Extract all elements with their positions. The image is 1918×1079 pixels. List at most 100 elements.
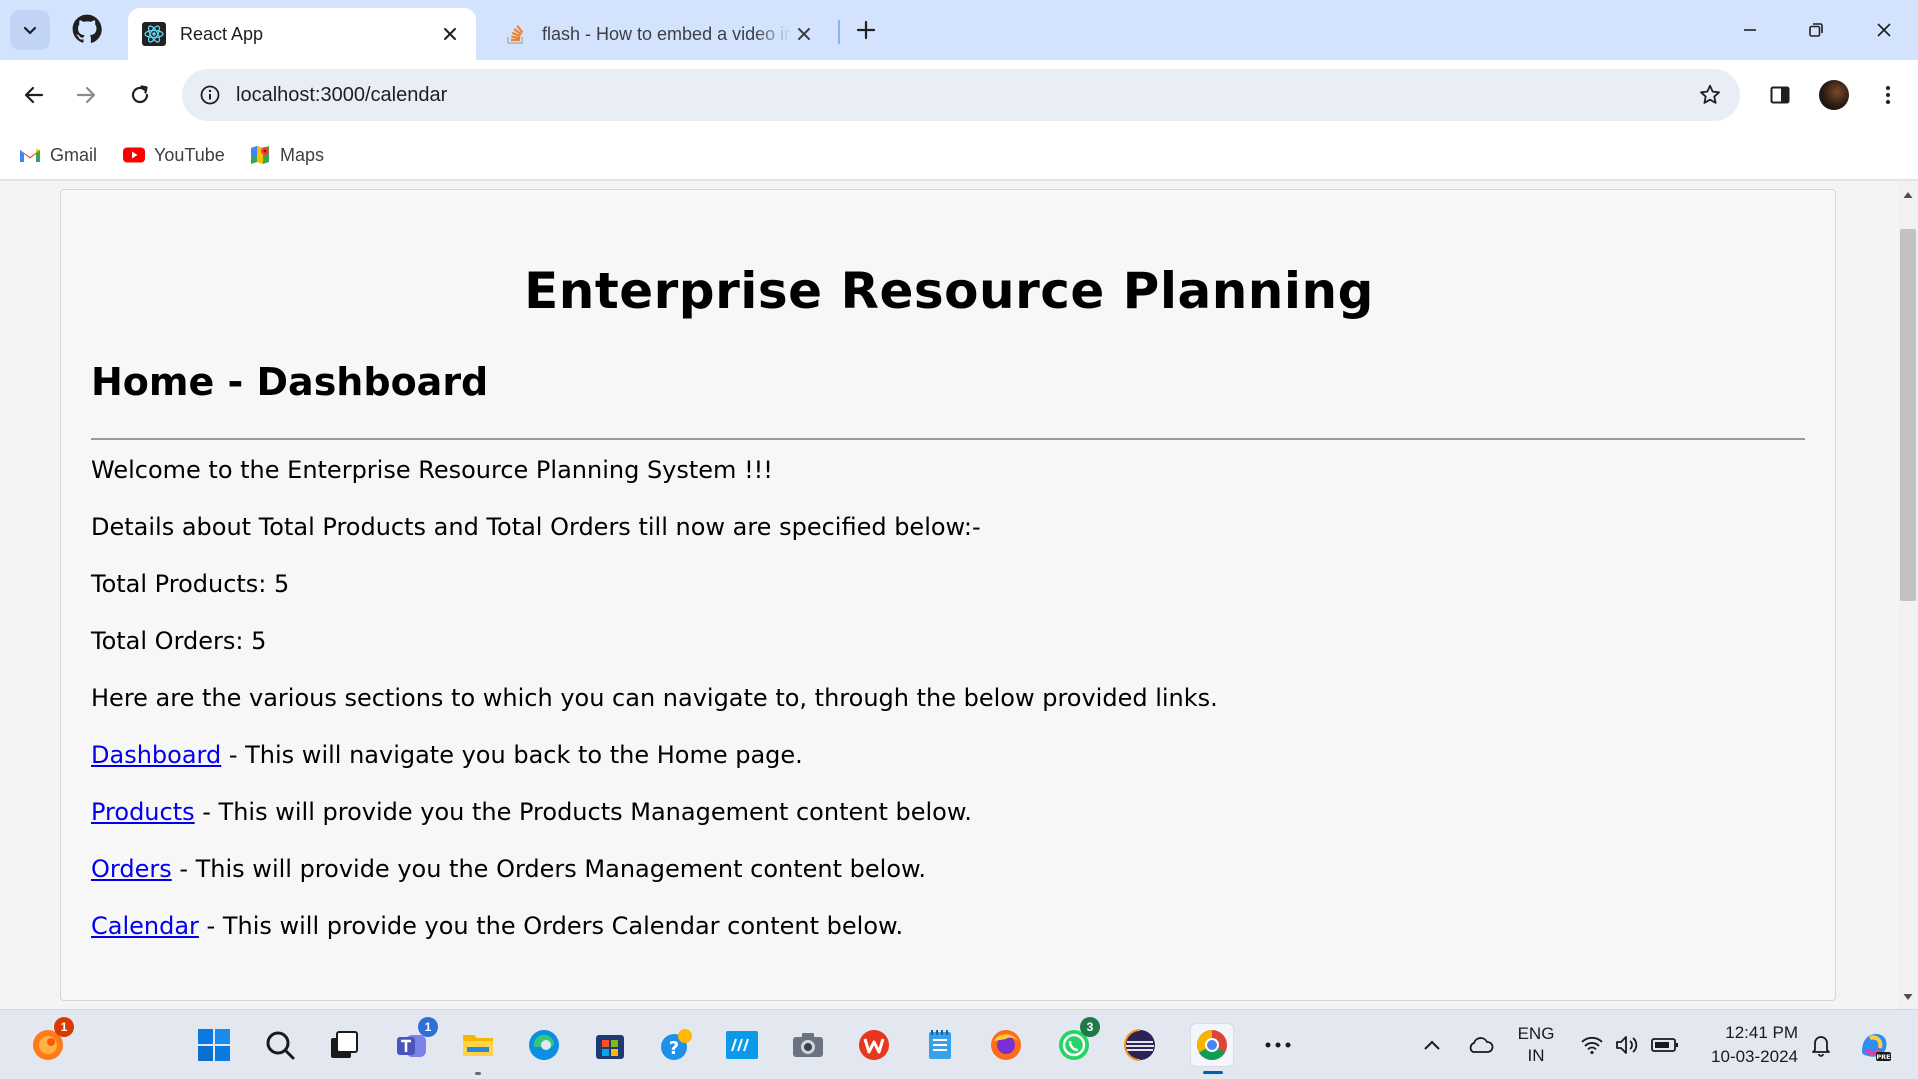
- taskbar-app-notifications[interactable]: 1: [26, 1017, 74, 1067]
- show-hidden-icons-button[interactable]: [1414, 1010, 1450, 1079]
- scroll-up-button[interactable]: [1902, 189, 1914, 201]
- chrome-icon: [1196, 1030, 1227, 1061]
- taskbar-camera[interactable]: [786, 1023, 830, 1067]
- chevron-down-icon: [23, 26, 37, 35]
- products-link[interactable]: Products: [91, 798, 195, 826]
- volume-button[interactable]: [1612, 1010, 1642, 1079]
- gmail-icon: [18, 143, 42, 167]
- tab-title: flash - How to embed a video in: [542, 23, 792, 44]
- page-scrollbar[interactable]: [1898, 181, 1918, 1009]
- svg-text:?: ?: [669, 1038, 679, 1059]
- task-view-button[interactable]: [322, 1023, 366, 1067]
- triangle-down-icon: [1903, 994, 1913, 1000]
- taskbar-edge[interactable]: [522, 1023, 566, 1067]
- triangle-up-icon: [1903, 192, 1913, 198]
- divider: [91, 438, 1805, 440]
- clock[interactable]: 12:41 PM 10-03-2024: [1688, 1010, 1798, 1079]
- github-pinned-tab[interactable]: [72, 14, 102, 44]
- url-text[interactable]: localhost:3000/calendar: [236, 69, 447, 121]
- wifi-button[interactable]: [1578, 1010, 1606, 1079]
- close-icon: [1877, 23, 1891, 37]
- onedrive-tray-button[interactable]: [1460, 1010, 1500, 1079]
- new-tab-button[interactable]: [850, 14, 882, 46]
- edge-icon: [529, 1030, 559, 1060]
- tab-close-button[interactable]: [792, 22, 816, 46]
- search-button[interactable]: [258, 1023, 302, 1067]
- browser-menu-button[interactable]: [1866, 73, 1910, 117]
- taskbar-overflow-button[interactable]: [1256, 1023, 1300, 1067]
- battery-button[interactable]: [1648, 1010, 1682, 1079]
- plus-icon: [856, 20, 876, 40]
- eclipse-icon: [1124, 1029, 1155, 1061]
- windows-start-icon: [198, 1029, 230, 1061]
- taskbar-wps-office[interactable]: [852, 1023, 896, 1067]
- chevron-up-icon: [1424, 1040, 1440, 1050]
- notification-center-button[interactable]: [1806, 1010, 1836, 1079]
- link-description: - This will provide you the Orders Manag…: [171, 855, 927, 883]
- back-button[interactable]: [12, 73, 56, 117]
- myhp-icon: [726, 1031, 758, 1059]
- orders-link[interactable]: Orders: [91, 855, 172, 883]
- notification-badge: 1: [418, 1017, 438, 1037]
- nav-item-calendar: Calendar - This will provide you the Ord…: [91, 912, 903, 940]
- taskbar-chrome[interactable]: [1190, 1023, 1234, 1074]
- bookmark-maps[interactable]: Maps: [248, 140, 324, 170]
- page-title: Enterprise Resource Planning: [524, 262, 1374, 320]
- search-icon: [266, 1031, 295, 1060]
- section-heading: Home - Dashboard: [91, 360, 489, 404]
- tab-close-button[interactable]: [438, 22, 462, 46]
- close-icon: [444, 28, 456, 40]
- site-info-button[interactable]: [194, 79, 226, 111]
- copilot-icon: PRE: [1862, 1034, 1891, 1061]
- scroll-down-button[interactable]: [1902, 991, 1914, 1003]
- window-close-button[interactable]: [1856, 8, 1912, 52]
- tab-search-button[interactable]: [10, 10, 50, 50]
- running-indicator: [475, 1072, 481, 1075]
- bookmark-youtube[interactable]: YouTube: [122, 140, 225, 170]
- total-orders-text: Total Orders: 5: [91, 627, 267, 655]
- windows-taskbar: 1 1 ? 3 ENG IN 12:41 PM 10-03-2024 PRE: [0, 1009, 1918, 1079]
- taskbar-myhp[interactable]: [720, 1023, 764, 1067]
- copilot-button[interactable]: PRE: [1852, 1010, 1896, 1079]
- taskbar-whatsapp[interactable]: 3: [1052, 1017, 1100, 1067]
- bookmark-gmail[interactable]: Gmail: [18, 140, 97, 170]
- clock-time: 12:41 PM: [1725, 1023, 1798, 1042]
- taskbar-teams[interactable]: 1: [390, 1017, 438, 1067]
- profile-button[interactable]: [1812, 73, 1856, 117]
- bookmark-star-button[interactable]: [1694, 79, 1726, 111]
- link-description: - This will provide you the Orders Calen…: [198, 912, 904, 940]
- minimize-button[interactable]: [1722, 8, 1778, 52]
- calendar-link[interactable]: Calendar: [91, 912, 199, 940]
- svg-text:PRE: PRE: [1876, 1053, 1890, 1061]
- github-icon: [72, 14, 102, 43]
- dashboard-link[interactable]: Dashboard: [91, 741, 221, 769]
- bookmarks-bar: Gmail YouTube Maps: [0, 130, 1918, 180]
- taskbar-file-explorer[interactable]: [456, 1023, 500, 1075]
- language-indicator[interactable]: ENG IN: [1508, 1010, 1564, 1079]
- tab-strip: React App flash - How to embed a video i…: [0, 0, 1918, 60]
- taskbar-notepad[interactable]: [918, 1023, 962, 1067]
- taskbar-firefox[interactable]: [984, 1023, 1028, 1067]
- scroll-thumb[interactable]: [1900, 229, 1916, 601]
- restore-button[interactable]: [1788, 8, 1844, 52]
- notification-badge: 1: [54, 1017, 74, 1037]
- taskbar-eclipse[interactable]: [1118, 1023, 1162, 1067]
- welcome-text: Welcome to the Enterprise Resource Plann…: [91, 456, 773, 484]
- address-bar[interactable]: localhost:3000/calendar: [182, 69, 1740, 121]
- taskbar-get-help[interactable]: ?: [654, 1023, 698, 1067]
- side-panel-button[interactable]: [1758, 73, 1802, 117]
- forward-button[interactable]: [64, 73, 108, 117]
- language-code: ENG: [1517, 1024, 1555, 1043]
- more-horizontal-icon: [1265, 1042, 1291, 1048]
- tab-react-app[interactable]: React App: [128, 8, 476, 60]
- tab-stackoverflow[interactable]: flash - How to embed a video in: [490, 8, 830, 60]
- taskbar-store[interactable]: [588, 1023, 632, 1067]
- bookmark-label: YouTube: [154, 144, 225, 165]
- wps-office-icon: [859, 1030, 889, 1060]
- reload-button[interactable]: [118, 73, 162, 117]
- reload-icon: [131, 85, 149, 104]
- camera-icon: [793, 1033, 823, 1057]
- nav-item-orders: Orders - This will provide you the Order…: [91, 855, 926, 883]
- more-vertical-icon: [1886, 86, 1890, 104]
- start-button[interactable]: [192, 1023, 236, 1067]
